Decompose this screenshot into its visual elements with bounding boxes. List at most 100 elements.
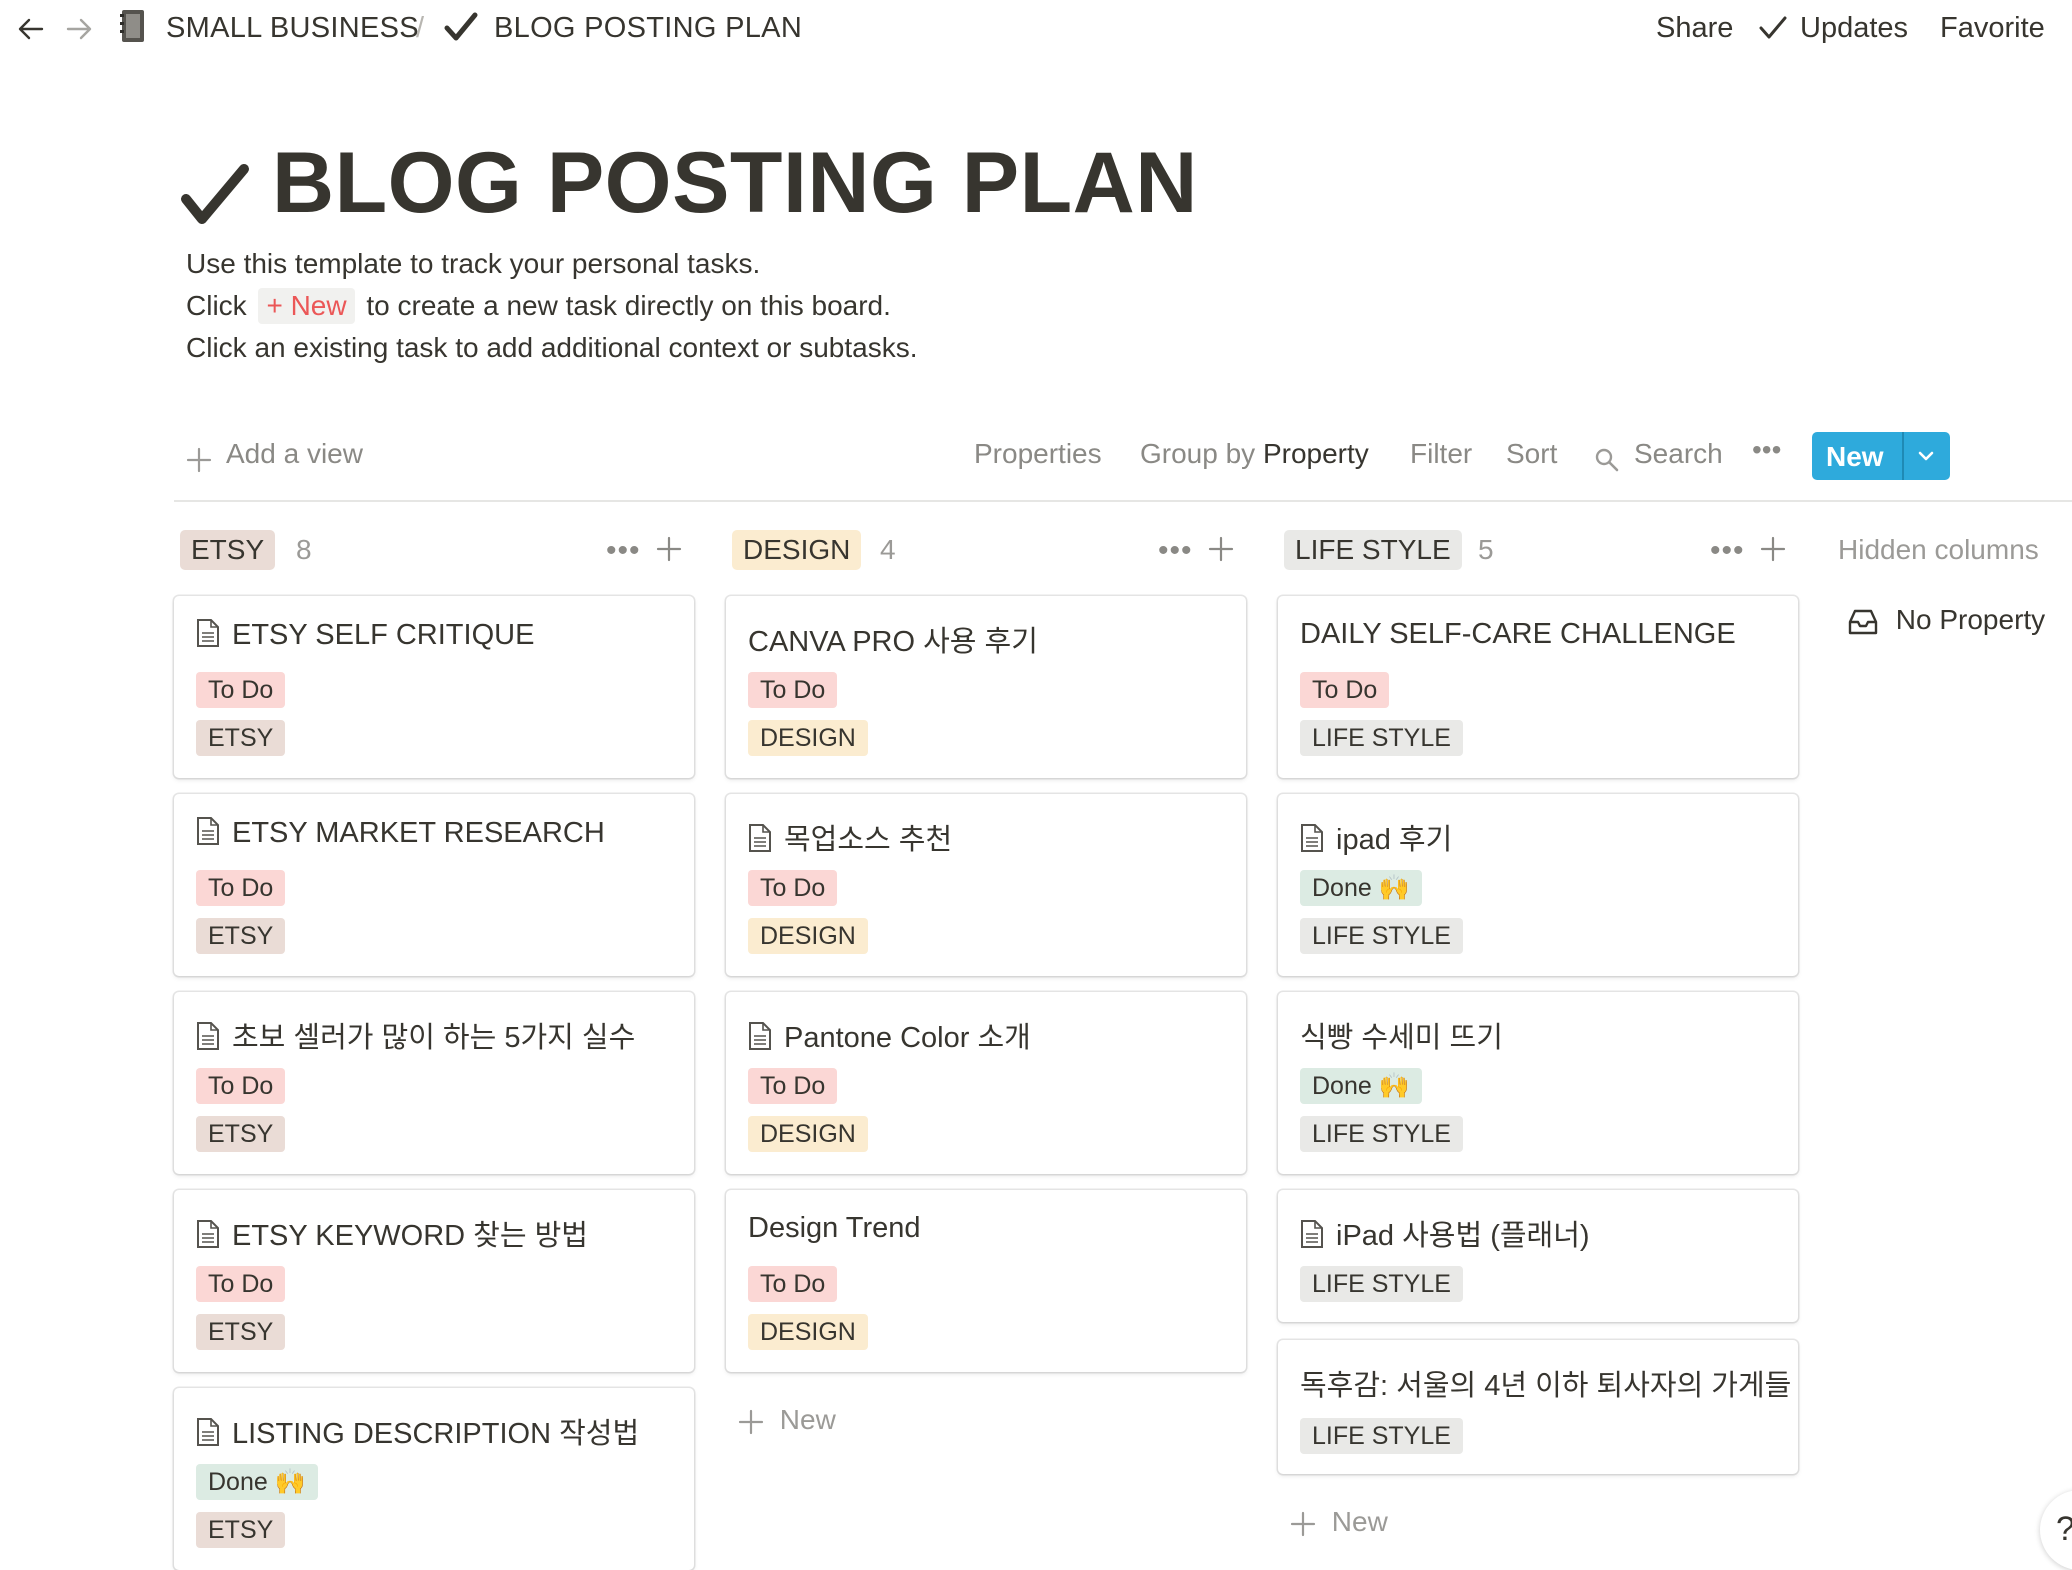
board-card[interactable]: iPad 사용법 (플래너) LIFE STYLE: [1278, 1190, 1798, 1322]
card-title: ipad 후기: [1300, 816, 1452, 861]
board-card[interactable]: ETSY MARKET RESEARCH To Do ETSY: [174, 794, 694, 976]
card-title-text: Pantone Color 소개: [784, 1022, 1031, 1054]
page-title-text: BLOG POSTING PLAN: [272, 135, 1198, 231]
add-view-button[interactable]: Add a view: [226, 438, 363, 470]
board-card[interactable]: ETSY KEYWORD 찾는 방법 To Do ETSY: [174, 1190, 694, 1372]
favorite-button[interactable]: Favorite: [1940, 12, 2045, 45]
category-badge: DESIGN: [748, 1116, 868, 1152]
filter-button[interactable]: Filter: [1410, 438, 1472, 470]
column-count: 8: [296, 534, 312, 565]
board-card[interactable]: 초보 셀러가 많이 하는 5가지 실수 To Do ETSY: [174, 992, 694, 1174]
status-badge: Done 🙌: [1300, 870, 1422, 906]
hidden-column-no-property[interactable]: No Property: [1848, 604, 2045, 636]
add-new-label: New: [1331, 1506, 1388, 1537]
card-title-text: CANVA PRO 사용 후기: [748, 626, 1038, 658]
description-line-2: Click + New to create a new task directl…: [186, 288, 891, 324]
column-more-icon[interactable]: •••: [1710, 534, 1745, 568]
column-header-etsy: ETSY 8 •••: [180, 530, 690, 572]
category-badge: ETSY: [196, 1116, 286, 1152]
board-card[interactable]: 독후감: 서울의 4년 이하 퇴사자의 가게들 LIFE STYLE: [1278, 1340, 1798, 1474]
board-card[interactable]: Pantone Color 소개 To Do DESIGN: [726, 992, 1246, 1174]
card-title: ETSY KEYWORD 찾는 방법: [196, 1212, 588, 1257]
card-title: Design Trend: [748, 1212, 921, 1245]
board-card[interactable]: ETSY SELF CRITIQUE To Do ETSY: [174, 596, 694, 778]
status-badge: To Do: [196, 1068, 286, 1104]
board-card[interactable]: 식빵 수세미 뜨기 Done 🙌 LIFE STYLE: [1278, 992, 1798, 1174]
card-title-text: ETSY MARKET RESEARCH: [232, 817, 605, 849]
board-card[interactable]: DAILY SELF-CARE CHALLENGE To Do LIFE STY…: [1278, 596, 1798, 778]
help-icon: ?: [2056, 1510, 2072, 1549]
chevron-down-icon[interactable]: [1916, 446, 1936, 466]
board-card[interactable]: ipad 후기 Done 🙌 LIFE STYLE: [1278, 794, 1798, 976]
card-title: 목업소스 추천: [748, 816, 952, 861]
board-card[interactable]: LISTING DESCRIPTION 작성법 Done 🙌 ETSY: [174, 1388, 694, 1570]
status-badge: Done 🙌: [1300, 1068, 1422, 1104]
card-title-text: ETSY SELF CRITIQUE: [232, 619, 535, 651]
category-badge: ETSY: [196, 918, 286, 954]
more-options-icon[interactable]: •••: [1752, 434, 1781, 466]
board-card[interactable]: CANVA PRO 사용 후기 To Do DESIGN: [726, 596, 1246, 778]
group-by-value: Property: [1262, 438, 1369, 469]
category-badge: LIFE STYLE: [1300, 1418, 1463, 1454]
breadcrumb-page[interactable]: BLOG POSTING PLAN: [494, 12, 802, 45]
board-card[interactable]: Design Trend To Do DESIGN: [726, 1190, 1246, 1372]
column-name[interactable]: DESIGN: [732, 530, 862, 570]
column-add-icon[interactable]: [1208, 536, 1234, 562]
card-title-text: 목업소스 추천: [784, 824, 953, 856]
share-button[interactable]: Share: [1656, 12, 1733, 45]
add-view-plus-icon[interactable]: [186, 442, 212, 474]
search-icon[interactable]: [1594, 442, 1620, 474]
document-icon: [196, 816, 220, 854]
sort-button[interactable]: Sort: [1506, 438, 1557, 470]
forward-arrow-icon[interactable]: [62, 12, 96, 46]
document-icon: [196, 1021, 220, 1059]
document-icon: [1300, 823, 1324, 861]
card-title: ETSY SELF CRITIQUE: [196, 618, 534, 656]
card-title: Pantone Color 소개: [748, 1014, 1031, 1059]
updates-button[interactable]: Updates: [1800, 12, 1908, 45]
status-badge: To Do: [748, 672, 838, 708]
column-add-icon[interactable]: [656, 536, 682, 562]
title-check-icon: [180, 140, 250, 239]
status-badge: To Do: [1300, 672, 1390, 708]
column-more-icon[interactable]: •••: [606, 534, 641, 568]
back-arrow-icon[interactable]: [14, 12, 48, 46]
category-badge: ETSY: [196, 720, 286, 756]
toolbar-divider: [174, 500, 2072, 502]
new-button-label: New: [1826, 441, 1884, 472]
column-more-icon[interactable]: •••: [1158, 534, 1193, 568]
status-badge: To Do: [196, 870, 286, 906]
card-title-text: LISTING DESCRIPTION 작성법: [232, 1418, 640, 1450]
card-title-text: 초보 셀러가 많이 하는 5가지 실수: [232, 1022, 636, 1054]
category-badge: DESIGN: [748, 918, 868, 954]
status-badge: To Do: [748, 870, 838, 906]
notebook-icon: [118, 8, 148, 46]
new-button[interactable]: New: [1812, 432, 1950, 480]
inbox-icon: [1848, 609, 1878, 634]
card-title: 초보 셀러가 많이 하는 5가지 실수: [196, 1014, 635, 1059]
column-name[interactable]: ETSY: [180, 530, 276, 570]
group-by-label: Group by: [1140, 438, 1256, 469]
column-name[interactable]: LIFE STYLE: [1284, 530, 1462, 570]
document-icon: [748, 1021, 772, 1059]
add-new-label: New: [779, 1404, 836, 1435]
card-title-text: ipad 후기: [1336, 824, 1453, 856]
help-button[interactable]: ?: [2040, 1490, 2072, 1570]
search-button[interactable]: Search: [1634, 438, 1723, 470]
card-title-text: DAILY SELF-CARE CHALLENGE: [1300, 618, 1736, 650]
group-by-button[interactable]: Group by Property: [1140, 438, 1369, 470]
properties-button[interactable]: Properties: [974, 438, 1102, 470]
card-title: 식빵 수세미 뜨기: [1300, 1014, 1503, 1056]
breadcrumb-workspace[interactable]: SMALL BUSINESS: [166, 12, 419, 45]
category-badge: ETSY: [196, 1314, 286, 1350]
category-badge: LIFE STYLE: [1300, 918, 1463, 954]
column-add-icon[interactable]: [1760, 536, 1786, 562]
document-icon: [196, 1417, 220, 1455]
category-badge: ETSY: [196, 1512, 286, 1548]
column-count: 4: [880, 534, 896, 565]
add-new-card-button[interactable]: New: [738, 1404, 836, 1436]
add-new-card-button[interactable]: New: [1290, 1506, 1388, 1538]
board-card[interactable]: 목업소스 추천 To Do DESIGN: [726, 794, 1246, 976]
card-title: 독후감: 서울의 4년 이하 퇴사자의 가게들: [1300, 1362, 1791, 1404]
card-title-text: Design Trend: [748, 1212, 921, 1244]
